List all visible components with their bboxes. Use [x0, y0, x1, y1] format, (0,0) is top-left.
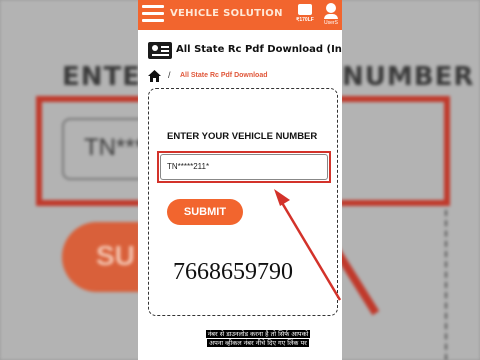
bg-input-outline-right: [340, 96, 450, 206]
home-icon[interactable]: [148, 70, 161, 82]
wallet-icon: [298, 4, 312, 15]
breadcrumb-separator: /: [168, 70, 171, 80]
caption: नंबर से डाउनलोड करना है तो सिर्फ आपको अप…: [174, 330, 342, 348]
bg-submit-text: SU: [96, 240, 135, 271]
user-body-icon: [324, 14, 338, 19]
breadcrumb-current[interactable]: All State Rc Pdf Download: [180, 72, 268, 79]
page-header: All State Rc Pdf Download (Instan: [146, 40, 342, 62]
vehicle-number-label: ENTER YOUR VEHICLE NUMBER: [167, 131, 318, 142]
phone-screen: VEHICLE SOLUTION ₹170LF UserS All State …: [138, 0, 342, 360]
user-icon: [326, 3, 336, 13]
user-label: UserS: [324, 20, 338, 26]
page-title: All State Rc Pdf Download (Instan: [176, 44, 342, 55]
caption-line-1: नंबर से डाउनलोड करना है तो सिर्फ आपको: [205, 330, 311, 338]
app-title: VEHICLE SOLUTION: [170, 8, 283, 19]
bg-heading-right: NUMBER: [342, 62, 475, 92]
contact-number: 7668659790: [173, 259, 293, 285]
submit-button[interactable]: SUBMIT: [167, 199, 243, 225]
hamburger-icon[interactable]: [142, 5, 164, 23]
bg-dashed-border: [445, 210, 455, 360]
wallet-button[interactable]: ₹170LF: [294, 2, 316, 28]
vehicle-form: ENTER YOUR VEHICLE NUMBER TN*****211* SU…: [148, 88, 338, 316]
wallet-amount: ₹170LF: [296, 17, 314, 23]
app-bar: VEHICLE SOLUTION ₹170LF UserS: [138, 0, 342, 30]
bg-input-text: TN***: [84, 134, 145, 161]
caption-line-2: अपना व्हीकल नंबर नीचे दिए गए लिंक पर: [207, 339, 309, 347]
id-card-icon: [148, 42, 172, 59]
vehicle-number-input[interactable]: TN*****211*: [160, 154, 328, 180]
user-button[interactable]: UserS: [320, 0, 342, 30]
